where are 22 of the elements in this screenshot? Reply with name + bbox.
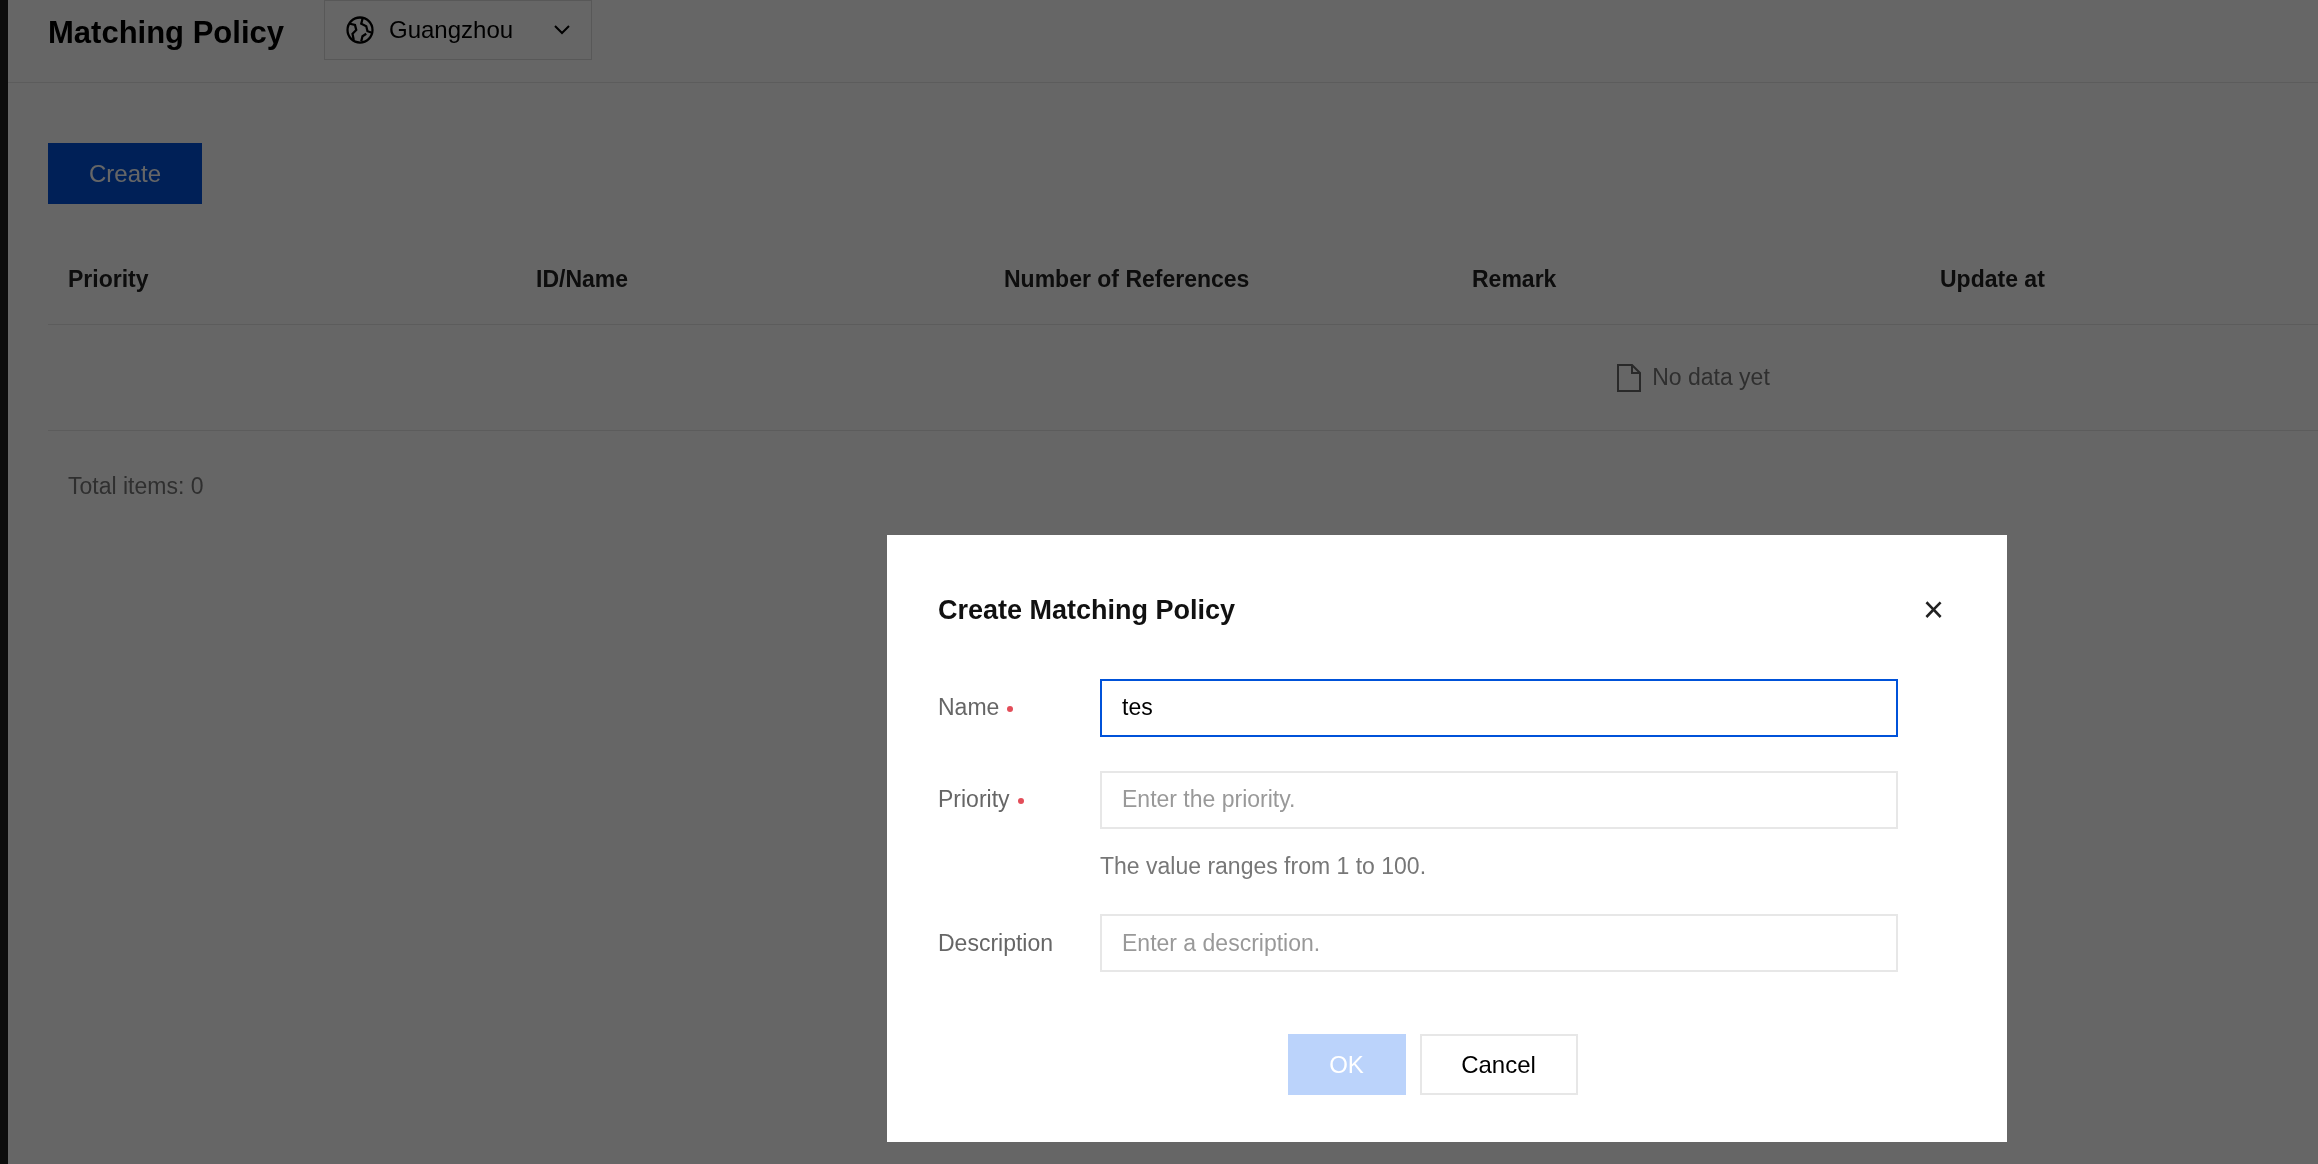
column-header: Remark xyxy=(1471,265,1558,295)
required-icon xyxy=(1007,705,1014,712)
document-icon xyxy=(1616,362,1643,393)
field-label: Description xyxy=(938,928,1054,958)
chevron-down-icon xyxy=(553,24,571,36)
column-header: Update at xyxy=(1939,265,2046,295)
cancel-button[interactable]: Cancel xyxy=(1419,1034,1578,1095)
page-title: Matching Policy xyxy=(48,13,284,52)
text-field[interactable]: tes xyxy=(1100,678,1898,737)
field-hint: The value ranges from 1 to 100. xyxy=(1100,851,1428,881)
column-header: Number of References xyxy=(1003,265,1251,295)
text-field[interactable]: Enter a description. xyxy=(1100,914,1898,972)
column-header: ID/Name xyxy=(535,265,630,295)
field-label: Priority xyxy=(938,785,1010,815)
close-button[interactable]: × xyxy=(1922,592,1944,629)
dialog-title: Create Matching Policy xyxy=(938,594,1236,627)
text-field[interactable]: Enter the priority. xyxy=(1100,770,1898,829)
required-icon xyxy=(1017,797,1024,804)
region-select[interactable]: Guangzhou xyxy=(324,0,592,60)
field-label: Name xyxy=(938,693,1000,723)
column-header: Priority xyxy=(67,265,150,295)
globe-icon xyxy=(345,15,375,45)
